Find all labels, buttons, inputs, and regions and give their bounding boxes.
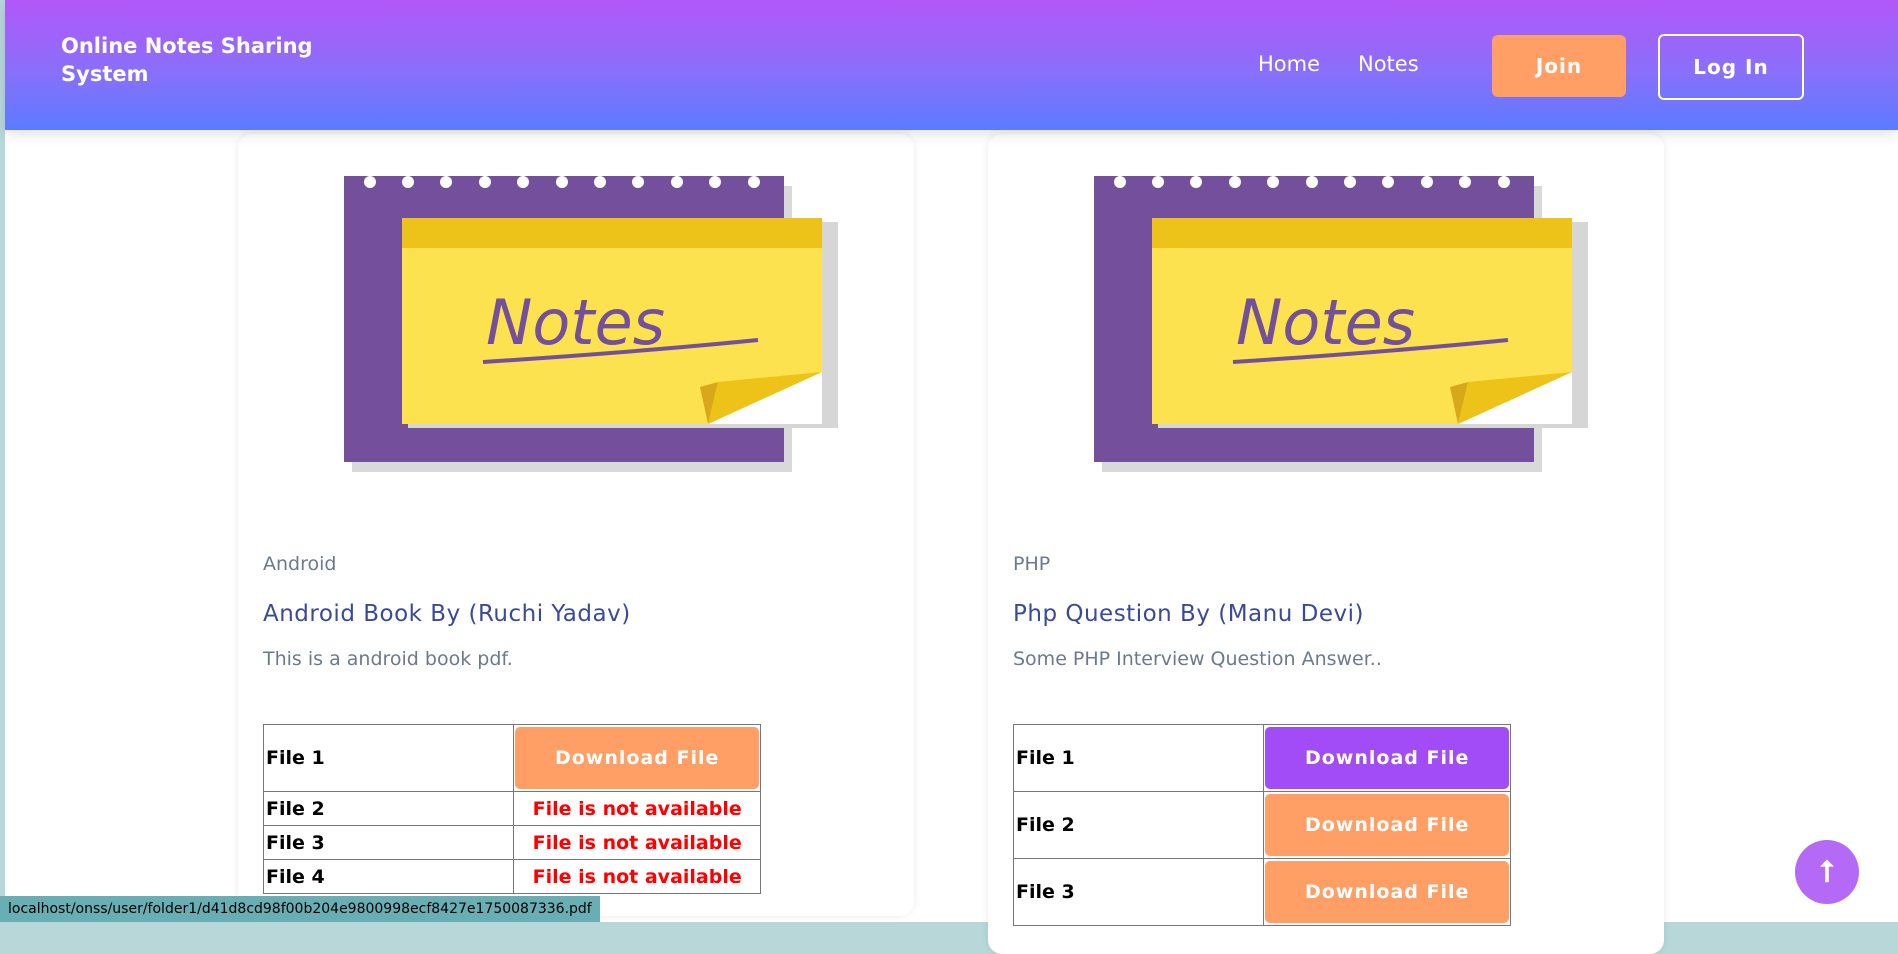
files-table: File 1 Download File File 2 File is not … <box>262 724 761 894</box>
file-label: File 1 <box>1012 724 1265 792</box>
file-label: File 2 <box>1012 791 1265 859</box>
note-description: Some PHP Interview Question Answer.. <box>1013 648 1382 670</box>
note-card-android: Notes Android Android Book By (Ruchi Yad… <box>238 134 914 916</box>
file-unavailable-text: File is not available <box>532 831 742 854</box>
note-category: Android <box>263 553 337 575</box>
file-label: File 3 <box>1012 858 1265 926</box>
file-unavailable-text: File is not available <box>532 865 742 888</box>
notes-illustration: Notes <box>344 176 838 472</box>
nav-home-link[interactable]: Home <box>1258 52 1320 76</box>
table-row: File 2 File is not available <box>262 791 761 826</box>
file-label: File 1 <box>262 724 515 792</box>
table-row: File 4 File is not available <box>262 859 761 894</box>
site-header: Online Notes Sharing System Home Notes J… <box>5 0 1898 130</box>
table-row: File 1 Download File <box>262 724 761 792</box>
nav-notes-link[interactable]: Notes <box>1358 52 1419 76</box>
note-category: PHP <box>1013 553 1051 575</box>
table-row: File 3 Download File <box>1012 858 1511 926</box>
login-button[interactable]: Log In <box>1658 34 1804 100</box>
notes-illustration-text: Notes <box>1236 286 1415 359</box>
note-description: This is a android book pdf. <box>263 648 513 670</box>
download-file-button[interactable]: Download File <box>1265 727 1509 789</box>
note-title[interactable]: Android Book By (Ruchi Yadav) <box>263 601 631 627</box>
file-label: File 4 <box>262 859 515 894</box>
download-file-button[interactable]: Download File <box>1265 861 1509 923</box>
table-row: File 2 Download File <box>1012 791 1511 859</box>
browser-status-bar: localhost/onss/user/folder1/d41d8cd98f00… <box>0 896 600 922</box>
scroll-to-top-button[interactable]: ⭡ <box>1795 840 1859 904</box>
note-title[interactable]: Php Question By (Manu Devi) <box>1013 601 1364 627</box>
join-button[interactable]: Join <box>1492 35 1626 97</box>
brand-logo-text[interactable]: Online Notes Sharing System <box>61 32 361 88</box>
download-file-button[interactable]: Download File <box>515 727 759 789</box>
arrow-up-icon: ⭡ <box>1819 854 1835 890</box>
notes-illustration: Notes <box>1094 176 1588 472</box>
table-row: File 3 File is not available <box>262 825 761 860</box>
download-file-button[interactable]: Download File <box>1265 794 1509 856</box>
files-table: File 1 Download File File 2 Download Fil… <box>1012 724 1511 926</box>
file-unavailable-text: File is not available <box>532 797 742 820</box>
note-card-php: Notes PHP Php Question By (Manu Devi) So… <box>988 134 1664 954</box>
table-row: File 1 Download File <box>1012 724 1511 792</box>
file-label: File 3 <box>262 825 515 860</box>
file-label: File 2 <box>262 791 515 826</box>
notes-illustration-text: Notes <box>486 286 665 359</box>
